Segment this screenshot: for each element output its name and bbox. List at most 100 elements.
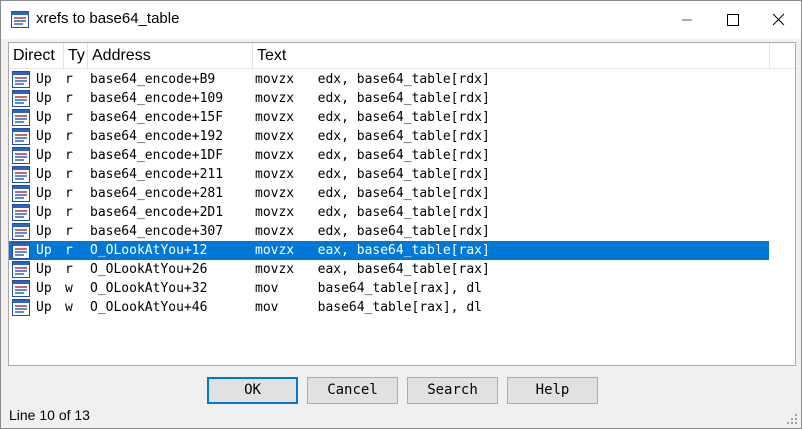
xref-row[interactable]: Up r base64_encode+307 movzx edx, base64_ta… [9,222,769,241]
row-text: mov base64_table[rax], dl [255,281,482,296]
xref-row[interactable]: Up w O_OLookAtYou+32 mov base64_table[rax],… [9,279,769,298]
row-text: movzx eax, base64_table[rax] [255,262,490,277]
row-address: base64_encode+211 [90,167,224,182]
column-header-type[interactable]: Ty [64,43,88,69]
xref-list[interactable]: Direct Ty Address Text Up r base64_encode+… [8,42,796,366]
xref-entry-icon [12,128,30,145]
row-direction: Up [36,110,52,125]
row-address: base64_encode+1DF [90,148,224,163]
row-type: w [65,281,73,296]
column-header-text[interactable]: Text [253,43,769,69]
row-address: O_OLookAtYou+32 [90,281,208,296]
row-type: w [65,300,73,315]
xref-entry-icon [12,147,30,164]
xref-entry-icon [12,166,30,183]
row-text: movzx eax, base64_table[rax] [255,243,490,258]
maximize-button[interactable] [710,1,756,39]
row-address: base64_encode+307 [90,224,224,239]
row-text: movzx edx, base64_table[rdx] [255,205,490,220]
xref-entry-icon [12,109,30,126]
row-address: base64_encode+B9 [90,72,216,87]
row-type: r [65,167,73,182]
row-direction: Up [36,167,52,182]
row-address: base64_encode+281 [90,186,224,201]
row-text: movzx edx, base64_table[rdx] [255,110,490,125]
xref-row[interactable]: Up r base64_encode+B9 movzx edx, base64_tab… [9,70,769,89]
close-icon [772,13,785,26]
row-direction: Up [36,300,52,315]
row-address: base64_encode+109 [90,91,224,106]
row-type: r [65,148,73,163]
xref-row[interactable]: Up r base64_encode+281 movzx edx, base64_ta… [9,184,769,203]
row-type: r [65,243,73,258]
help-button[interactable]: Help [507,377,598,404]
row-direction: Up [36,281,52,296]
header-filler [769,43,795,69]
row-address: O_OLookAtYou+46 [90,300,208,315]
row-type: r [65,205,73,220]
status-line: Line 10 of 13 [9,407,90,423]
row-text: movzx edx, base64_table[rdx] [255,224,490,239]
xref-entry-icon [12,223,30,240]
row-type: r [65,91,73,106]
row-direction: Up [36,243,52,258]
minimize-icon [682,19,692,21]
row-address: base64_encode+192 [90,129,224,144]
row-text: mov base64_table[rax], dl [255,300,482,315]
row-text: movzx edx, base64_table[rdx] [255,167,490,182]
row-direction: Up [36,72,52,87]
close-button[interactable] [756,1,802,39]
xref-entry-icon [12,204,30,221]
xref-row[interactable]: Up r base64_encode+15F movzx edx, base64_ta… [9,108,769,127]
row-direction: Up [36,205,52,220]
row-type: r [65,110,73,125]
resize-grip-icon[interactable] [786,413,798,425]
xref-row[interactable]: Up r base64_encode+109 movzx edx, base64_ta… [9,89,769,108]
row-address: base64_encode+2D1 [90,205,224,220]
xref-row[interactable]: Up r O_OLookAtYou+12 movzx eax, base64_tabl… [9,241,769,260]
row-type: r [65,224,73,239]
window-title: xrefs to base64_table [36,10,180,27]
title-bar[interactable]: xrefs to base64_table [1,1,801,39]
row-address: base64_encode+15F [90,110,224,125]
row-direction: Up [36,91,52,106]
xref-entry-icon [12,280,30,297]
xref-entry-icon [12,299,30,316]
row-text: movzx edx, base64_table[rdx] [255,148,490,163]
minimize-button[interactable] [664,1,710,39]
maximize-icon [727,14,739,26]
xref-entry-icon [12,71,30,88]
row-type: r [65,186,73,201]
row-direction: Up [36,129,52,144]
cancel-button[interactable]: Cancel [307,377,398,404]
column-header-direction[interactable]: Direct [9,43,64,69]
row-text: movzx edx, base64_table[rdx] [255,72,490,87]
xref-row[interactable]: Up r base64_encode+1DF movzx edx, base64_ta… [9,146,769,165]
ok-button[interactable]: OK [207,377,298,404]
xref-row[interactable]: Up r base64_encode+192 movzx edx, base64_ta… [9,127,769,146]
row-type: r [65,129,73,144]
xref-entry-icon [12,242,30,259]
column-header-address[interactable]: Address [88,43,253,69]
row-text: movzx edx, base64_table[rdx] [255,186,490,201]
xref-entry-icon [12,185,30,202]
xref-entry-icon [12,261,30,278]
list-header: Direct Ty Address Text [9,43,795,69]
row-direction: Up [36,224,52,239]
xref-row[interactable]: Up r base64_encode+2D1 movzx edx, base64_ta… [9,203,769,222]
row-text: movzx edx, base64_table[rdx] [255,91,490,106]
row-text: movzx edx, base64_table[rdx] [255,129,490,144]
row-address: O_OLookAtYou+12 [90,243,208,258]
row-type: r [65,72,73,87]
row-direction: Up [36,186,52,201]
xref-row[interactable]: Up r base64_encode+211 movzx edx, base64_ta… [9,165,769,184]
xref-list-icon [11,11,29,28]
row-direction: Up [36,148,52,163]
row-type: r [65,262,73,277]
xref-row[interactable]: Up r O_OLookAtYou+26 movzx eax, base64_tabl… [9,260,769,279]
xref-entry-icon [12,90,30,107]
row-direction: Up [36,262,52,277]
xref-row[interactable]: Up w O_OLookAtYou+46 mov base64_table[rax],… [9,298,769,317]
xrefs-dialog: xrefs to base64_table Direct Ty Address … [0,0,802,429]
search-button[interactable]: Search [407,377,498,404]
